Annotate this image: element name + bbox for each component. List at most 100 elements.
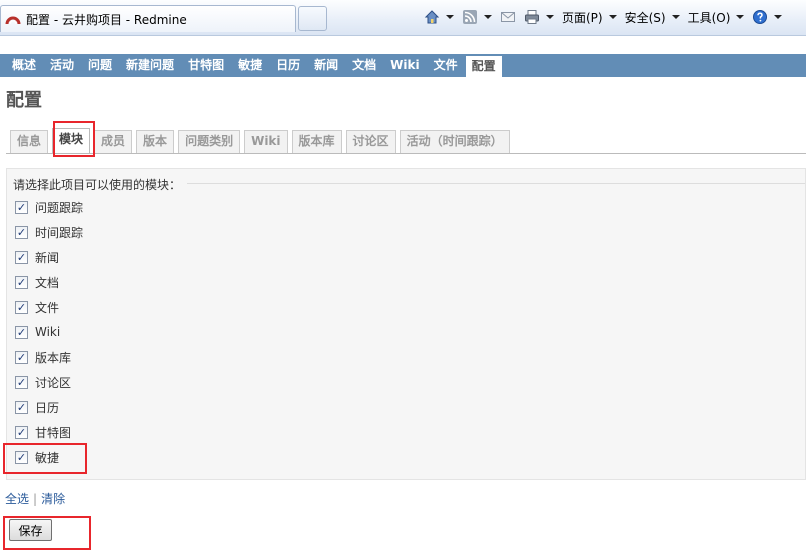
module-row-news[interactable]: ✓ 新闻	[15, 247, 59, 267]
menu-item-files[interactable]: 文件	[428, 54, 464, 77]
module-label: 甘特图	[35, 425, 72, 440]
module-row-time-tracking[interactable]: ✓ 时间跟踪	[15, 222, 83, 242]
clear-link[interactable]: 清除	[41, 492, 65, 506]
chevron-down-icon	[608, 15, 617, 19]
module-checkbox[interactable]: ✓	[15, 225, 28, 239]
chevron-down-icon	[774, 15, 783, 19]
safety-menu-label: 安全(S)	[624, 10, 666, 25]
chevron-down-icon	[546, 15, 554, 19]
check-all-links: 全选 | 清除	[5, 490, 65, 507]
home-button[interactable]	[424, 6, 454, 28]
checkmark-icon: ✓	[16, 225, 27, 239]
module-label: 文件	[35, 300, 60, 315]
page-menu-button[interactable]: 页面(P)	[562, 6, 617, 28]
module-row-documents[interactable]: ✓ 文档	[15, 272, 59, 292]
menu-item-wiki[interactable]: Wiki	[384, 54, 425, 77]
safety-menu-button[interactable]: 安全(S)	[625, 6, 680, 28]
mail-button[interactable]	[500, 6, 516, 28]
page-title: 配置	[6, 90, 42, 111]
project-main-menu: 概述 活动 问题 新建问题 甘特图 敏捷 日历 新闻 文档 Wiki 文件 配置	[0, 54, 806, 77]
settings-tabs: 信息 模块 成员 版本 问题类别 Wiki 版本库 讨论区 活动（时间跟踪）	[6, 128, 806, 154]
page-menu-label: 页面(P)	[562, 10, 603, 25]
menu-item-agile[interactable]: 敏捷	[232, 54, 268, 77]
checkmark-icon: ✓	[16, 450, 27, 464]
feeds-button[interactable]	[462, 6, 492, 28]
tools-menu-label: 工具(O)	[687, 10, 731, 25]
module-checkbox[interactable]: ✓	[15, 325, 28, 339]
checkmark-icon: ✓	[16, 325, 27, 339]
help-icon	[753, 10, 768, 24]
module-checkbox[interactable]: ✓	[15, 200, 28, 214]
menu-item-documents[interactable]: 文档	[346, 54, 382, 77]
tab-activities[interactable]: 活动（时间跟踪）	[399, 130, 510, 153]
chevron-down-icon	[484, 15, 492, 19]
browser-tab[interactable]: 配置 - 云井购项目 - Redmine	[0, 5, 296, 32]
module-row-calendar[interactable]: ✓ 日历	[15, 397, 59, 417]
menu-item-overview[interactable]: 概述	[6, 54, 42, 77]
module-label: 讨论区	[35, 375, 72, 390]
menu-item-settings[interactable]: 配置	[465, 56, 502, 77]
tab-repositories[interactable]: 版本库	[291, 130, 342, 153]
module-label: 日历	[35, 400, 60, 415]
module-checkbox[interactable]: ✓	[15, 250, 28, 264]
tab-versions[interactable]: 版本	[136, 130, 175, 153]
menu-item-issues[interactable]: 问题	[82, 54, 118, 77]
checkmark-icon: ✓	[16, 300, 27, 314]
module-label: 问题跟踪	[35, 200, 84, 215]
select-all-link[interactable]: 全选	[5, 492, 29, 506]
tab-info[interactable]: 信息	[10, 130, 49, 153]
module-row-issue-tracking[interactable]: ✓ 问题跟踪	[15, 197, 83, 217]
modules-fieldset: 请选择此项目可以使用的模块： ✓ 问题跟踪 ✓ 时间跟踪 ✓ 新闻 ✓ 文档 ✓…	[6, 168, 806, 480]
new-tab-button[interactable]	[298, 6, 327, 31]
print-button[interactable]	[524, 6, 554, 28]
menu-item-activity[interactable]: 活动	[44, 54, 80, 77]
tab-boards[interactable]: 讨论区	[345, 130, 396, 153]
module-row-files[interactable]: ✓ 文件	[15, 297, 59, 317]
module-label: 新闻	[35, 250, 60, 265]
module-row-gantt[interactable]: ✓ 甘特图	[15, 422, 71, 442]
checkmark-icon: ✓	[16, 350, 27, 364]
help-button[interactable]	[752, 6, 783, 28]
module-row-wiki[interactable]: ✓ Wiki	[15, 322, 60, 342]
link-separator: |	[33, 492, 38, 506]
rss-icon	[463, 10, 477, 24]
browser-tab-title: 配置 - 云井购项目 - Redmine	[26, 12, 187, 27]
module-row-repository[interactable]: ✓ 版本库	[15, 347, 71, 367]
menu-item-gantt[interactable]: 甘特图	[182, 54, 230, 77]
browser-toolbar: 配置 - 云井购项目 - Redmine 页面(P) 安全(S) 工具(O)	[0, 0, 806, 36]
module-row-boards[interactable]: ✓ 讨论区	[15, 372, 71, 392]
checkmark-icon: ✓	[16, 250, 27, 264]
checkmark-icon: ✓	[16, 425, 27, 439]
module-label: 敏捷	[35, 450, 60, 465]
module-checkbox[interactable]: ✓	[15, 425, 28, 439]
chevron-down-icon	[446, 15, 454, 19]
menu-item-calendar[interactable]: 日历	[270, 54, 306, 77]
checkmark-icon: ✓	[16, 400, 27, 414]
checkmark-icon: ✓	[16, 200, 27, 214]
module-checkbox[interactable]: ✓	[15, 300, 28, 314]
module-checkbox[interactable]: ✓	[15, 375, 28, 389]
module-label: 时间跟踪	[35, 225, 84, 240]
command-bar: 页面(P) 安全(S) 工具(O)	[424, 6, 790, 28]
tools-menu-button[interactable]: 工具(O)	[688, 6, 745, 28]
module-row-agile[interactable]: ✓ 敏捷	[15, 447, 59, 467]
fieldset-divider	[187, 183, 805, 184]
module-checkbox[interactable]: ✓	[15, 275, 28, 289]
checkmark-icon: ✓	[16, 275, 27, 289]
tab-modules[interactable]: 模块	[52, 128, 91, 153]
module-checkbox[interactable]: ✓	[15, 400, 28, 414]
tab-members[interactable]: 成员	[94, 130, 133, 153]
module-label: 文档	[35, 275, 60, 290]
menu-item-news[interactable]: 新闻	[308, 54, 344, 77]
chevron-down-icon	[736, 15, 745, 19]
tab-issue-categories[interactable]: 问题类别	[178, 130, 241, 153]
checkmark-icon: ✓	[16, 375, 27, 389]
save-button[interactable]: 保存	[9, 519, 52, 541]
redmine-logo-icon	[5, 16, 21, 25]
chevron-down-icon	[671, 15, 680, 19]
module-checkbox[interactable]: ✓	[15, 350, 28, 364]
module-checkbox[interactable]: ✓	[15, 450, 28, 464]
tab-wiki[interactable]: Wiki	[244, 130, 288, 153]
module-label: Wiki	[35, 325, 61, 339]
menu-item-new-issue[interactable]: 新建问题	[120, 54, 180, 77]
